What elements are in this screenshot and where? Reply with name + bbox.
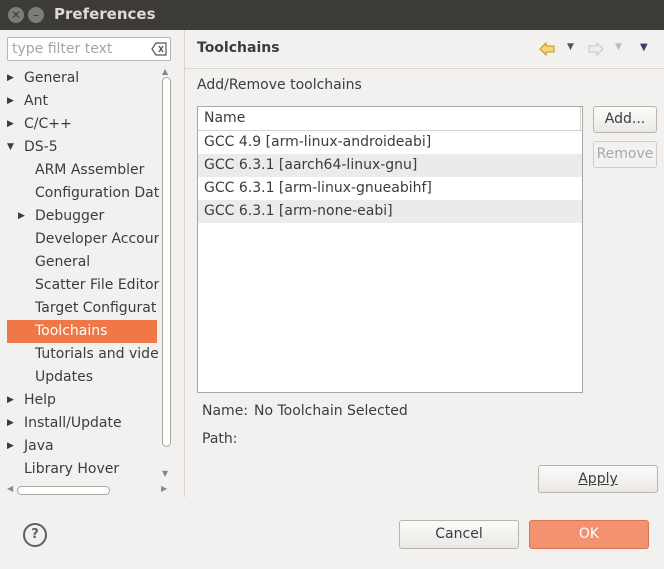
- window-minimize-button[interactable]: –: [28, 7, 44, 23]
- column-divider[interactable]: [580, 107, 581, 130]
- scroll-up-icon[interactable]: ▲: [162, 67, 168, 76]
- help-icon[interactable]: ?: [23, 523, 47, 547]
- tree-item-label: General: [35, 254, 91, 270]
- back-history-dropdown-icon[interactable]: ▼: [567, 42, 574, 52]
- tree-item-label: ARM Assembler: [35, 162, 145, 178]
- tree-item-general[interactable]: ▶ General: [7, 67, 157, 90]
- tree-item-arm-assembler[interactable]: ARM Assembler: [7, 159, 157, 182]
- tree-item-help[interactable]: ▶ Help: [7, 389, 157, 412]
- table-row[interactable]: GCC 6.3.1 [arm-none-eabi]: [198, 200, 582, 223]
- view-menu-icon[interactable]: ▼: [640, 42, 648, 53]
- forward-history-dropdown-icon[interactable]: ▼: [615, 42, 622, 52]
- tree-item-ant[interactable]: ▶ Ant: [7, 90, 157, 113]
- name-value: No Toolchain Selected: [254, 403, 408, 419]
- column-header-name[interactable]: Name: [204, 110, 245, 126]
- horizontal-scroll-thumb[interactable]: [17, 486, 110, 495]
- page-title: Toolchains: [197, 40, 280, 56]
- tree-item-ds5-general[interactable]: General: [7, 251, 157, 274]
- filter-box: [7, 37, 171, 61]
- tree-item-label: General: [24, 70, 80, 86]
- tree-item-label: Scatter File Editor: [35, 277, 159, 293]
- tree-item-toolchains[interactable]: Toolchains: [7, 320, 157, 343]
- tree-item-label: Tutorials and vide: [35, 346, 159, 362]
- expand-arrow-icon[interactable]: ▶: [7, 412, 17, 435]
- tree-item-tutorials-and-videos[interactable]: Tutorials and vide: [7, 343, 159, 366]
- apply-button[interactable]: Apply: [538, 465, 658, 493]
- tree-item-debugger[interactable]: ▶ Debugger: [7, 205, 157, 228]
- tree-item-label: Java: [24, 438, 54, 454]
- expand-arrow-icon[interactable]: ▶: [7, 67, 17, 90]
- toolchain-name: GCC 4.9 [arm-linux-androideabi]: [204, 134, 432, 150]
- tree-item-install-update[interactable]: ▶ Install/Update: [7, 412, 157, 435]
- page-header: Toolchains ▼ ▼ ▼: [185, 30, 664, 69]
- tree-item-label: Developer Accour: [35, 231, 159, 247]
- tree-item-label: Help: [24, 392, 56, 408]
- tree-item-library-hover[interactable]: Library Hover: [7, 458, 157, 481]
- filter-input[interactable]: [12, 40, 144, 58]
- add-toolchain-button[interactable]: Add...: [593, 106, 657, 133]
- tree-item-label: Target Configurat: [35, 300, 157, 316]
- tree-item-label: Ant: [24, 93, 48, 109]
- path-label: Path:: [202, 431, 238, 447]
- tree-item-configuration-database[interactable]: Configuration Dat: [7, 182, 159, 205]
- table-row[interactable]: GCC 6.3.1 [aarch64-linux-gnu]: [198, 154, 582, 177]
- toolchain-name: GCC 6.3.1 [aarch64-linux-gnu]: [204, 157, 418, 173]
- pane-splitter[interactable]: [184, 30, 185, 497]
- toolchain-name: GCC 6.3.1 [arm-linux-gnueabihf]: [204, 180, 432, 196]
- apply-button-label: Apply: [578, 471, 618, 487]
- forward-arrow-icon[interactable]: [588, 42, 604, 56]
- tree-item-label: Toolchains: [35, 323, 108, 339]
- back-arrow-icon[interactable]: [539, 42, 555, 56]
- toolchain-name: GCC 6.3.1 [arm-none-eabi]: [204, 203, 393, 219]
- tree-item-ds5[interactable]: ▼ DS-5: [7, 136, 157, 159]
- scroll-left-icon[interactable]: ◀: [7, 484, 13, 493]
- remove-toolchain-button[interactable]: Remove: [593, 141, 657, 168]
- tree-item-scatter-file-editor[interactable]: Scatter File Editor: [7, 274, 159, 297]
- window-title: Preferences: [54, 5, 156, 23]
- vertical-scroll-thumb[interactable]: [162, 77, 171, 447]
- expand-arrow-icon[interactable]: ▶: [7, 90, 17, 113]
- tree-item-label: C/C++: [24, 116, 72, 132]
- tree-item-label: DS-5: [24, 139, 58, 155]
- name-label: Name:: [202, 403, 249, 419]
- expand-arrow-icon[interactable]: ▶: [7, 389, 17, 412]
- expand-arrow-icon[interactable]: ▶: [18, 205, 28, 228]
- tree-vertical-scrollbar[interactable]: ▲ ▼: [160, 67, 173, 482]
- table-row[interactable]: GCC 6.3.1 [arm-linux-gnueabihf]: [198, 177, 582, 200]
- tree-item-developer-account[interactable]: Developer Accour: [7, 228, 159, 251]
- preference-tree: ▶ General ▶ Ant ▶ C/C++ ▼ DS-5 ARM Assem…: [7, 67, 159, 482]
- tree-item-updates[interactable]: Updates: [7, 366, 157, 389]
- tree-item-label: Updates: [35, 369, 93, 385]
- tree-item-target-configuration[interactable]: Target Configurat: [7, 297, 157, 320]
- expand-arrow-icon[interactable]: ▶: [7, 435, 17, 458]
- window-close-button[interactable]: ✕: [8, 7, 24, 23]
- cancel-button[interactable]: Cancel: [399, 520, 519, 549]
- collapse-arrow-icon[interactable]: ▼: [7, 136, 17, 159]
- expand-arrow-icon[interactable]: ▶: [7, 113, 17, 136]
- scroll-right-icon[interactable]: ▶: [161, 484, 167, 493]
- section-label: Add/Remove toolchains: [197, 77, 362, 93]
- tree-item-label: Debugger: [35, 208, 105, 224]
- clear-filter-icon[interactable]: [151, 42, 167, 56]
- table-row[interactable]: GCC 4.9 [arm-linux-androideabi]: [198, 131, 582, 154]
- tree-item-label: Configuration Dat: [35, 185, 159, 201]
- toolchain-table: Name GCC 4.9 [arm-linux-androideabi] GCC…: [197, 106, 583, 393]
- tree-item-label: Library Hover: [24, 461, 120, 477]
- tree-item-label: Install/Update: [24, 415, 122, 431]
- scroll-down-icon[interactable]: ▼: [162, 469, 168, 478]
- ok-button[interactable]: OK: [529, 520, 649, 549]
- table-header: Name: [198, 107, 582, 131]
- tree-item-cpp[interactable]: ▶ C/C++: [7, 113, 157, 136]
- title-bar: ✕ – Preferences: [0, 0, 664, 30]
- tree-item-java[interactable]: ▶ Java: [7, 435, 157, 458]
- tree-horizontal-scrollbar[interactable]: ◀ ▶: [7, 484, 172, 497]
